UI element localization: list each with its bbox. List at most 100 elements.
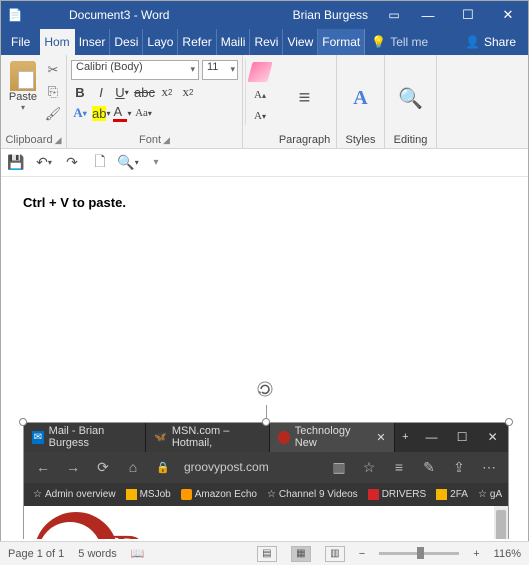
maximize-button[interactable]: ☐ (448, 7, 488, 23)
paragraph-icon[interactable]: ≡ (299, 87, 311, 110)
bookmark[interactable]: 2FA (433, 489, 471, 500)
zoom-in-button[interactable]: + (473, 548, 479, 560)
maximize-button[interactable]: ☐ (447, 423, 478, 452)
print-layout-button[interactable]: ▦ (291, 546, 311, 562)
minimize-button[interactable]: — (408, 8, 448, 23)
redo-button[interactable]: ↷ (63, 154, 81, 172)
notes-icon[interactable]: ✎ (420, 459, 438, 476)
font-color-button[interactable]: A▾ (113, 104, 131, 122)
group-label[interactable]: Styles (346, 134, 376, 146)
close-button[interactable]: ✕ (477, 423, 508, 452)
tab-references[interactable]: Refer (178, 29, 216, 55)
resize-handle[interactable] (19, 418, 27, 426)
cut-button[interactable]: ✂ (44, 61, 62, 79)
site-logo: g Post (34, 512, 498, 539)
browser-tab[interactable]: 🦋MSN.com – Hotmail, (146, 423, 270, 452)
close-button[interactable]: ✕ (488, 7, 528, 23)
slider-thumb[interactable] (417, 547, 424, 559)
page-count[interactable]: Page 1 of 1 (8, 548, 64, 560)
bookmark[interactable]: DRIVERS (365, 489, 429, 500)
hub-icon[interactable]: ≡ (390, 459, 408, 475)
zoom-level[interactable]: 116% (494, 548, 521, 560)
new-tab-button[interactable]: + (395, 423, 417, 452)
zoom-out-button[interactable]: − (359, 548, 365, 560)
scroll-thumb[interactable] (496, 510, 506, 539)
bulb-icon: 💡 (371, 35, 386, 49)
forward-button[interactable]: → (64, 459, 82, 475)
minimize-button[interactable]: — (416, 423, 447, 452)
clear-formatting-button[interactable] (250, 63, 270, 81)
web-layout-button[interactable]: ▥ (325, 546, 345, 562)
rotate-handle[interactable] (256, 380, 274, 398)
qat-customize-button[interactable]: ▾ (147, 154, 165, 172)
browser-tabs: ✉Mail - Brian Burgess 🦋MSN.com – Hotmail… (24, 423, 508, 452)
bookmark[interactable]: ☆gA (475, 489, 505, 500)
styles-icon[interactable]: A (353, 87, 367, 110)
group-label[interactable]: Paragraph (279, 134, 330, 146)
browser-tab[interactable]: Technology New✕ (270, 423, 394, 452)
scrollbar[interactable] (494, 506, 508, 539)
tab-insert[interactable]: Inser (75, 29, 111, 55)
new-doc-button[interactable]: 🗋 (91, 154, 109, 172)
copy-button[interactable]: ⎘ (44, 83, 62, 101)
bookmark[interactable]: MSJob (123, 489, 174, 500)
tab-view[interactable]: View (283, 29, 318, 55)
tab-home[interactable]: Hom (40, 29, 74, 55)
print-preview-button[interactable]: 🔍▾ (119, 154, 137, 172)
italic-button[interactable]: I (92, 83, 110, 101)
tab-design[interactable]: Desi (110, 29, 143, 55)
more-icon[interactable]: ⋯ (480, 459, 498, 476)
outlook-icon: ✉ (32, 431, 44, 444)
font-size-select[interactable]: 11▾ (202, 60, 238, 80)
find-icon[interactable]: 🔍 (398, 86, 423, 111)
user-name[interactable]: Brian Burgess (281, 8, 380, 22)
tab-review[interactable]: Revi (250, 29, 283, 55)
text-effects-button[interactable]: A▾ (71, 104, 89, 122)
bookmark[interactable]: ☆Channel 9 Videos (264, 489, 361, 500)
favorite-icon[interactable]: ☆ (360, 459, 378, 476)
ribbon-display-icon[interactable]: ▭ (380, 8, 408, 22)
highlight-button[interactable]: ab▾ (92, 104, 110, 122)
dialog-launcher-icon[interactable]: ◢ (163, 135, 170, 146)
word-count[interactable]: 5 words (78, 548, 117, 560)
share-button[interactable]: 👤Share (453, 29, 528, 55)
tell-me[interactable]: 💡Tell me (365, 29, 434, 55)
bookmark[interactable]: ☆Admin overview (30, 489, 119, 500)
refresh-button[interactable]: ⟳ (94, 459, 112, 476)
group-label[interactable]: Editing (394, 134, 428, 146)
clipboard-icon (10, 61, 36, 91)
read-mode-button[interactable]: ▤ (257, 546, 277, 562)
underline-button[interactable]: U ▾ (113, 83, 131, 101)
tab-file[interactable]: File (1, 29, 40, 55)
save-button[interactable]: 💾 (7, 154, 25, 172)
dialog-launcher-icon[interactable]: ◢ (55, 135, 62, 146)
share-icon[interactable]: ⇪ (450, 459, 468, 476)
document-area[interactable]: Ctrl + V to paste. ✉Mail - Brian Burgess… (1, 177, 528, 539)
tab-format[interactable]: Format (318, 29, 365, 55)
change-case-button[interactable]: Aa▾ (135, 104, 153, 122)
grow-font-button[interactable]: A▴ (250, 86, 270, 104)
zoom-slider[interactable] (379, 552, 459, 555)
home-button[interactable]: ⌂ (124, 459, 142, 475)
pasted-image[interactable]: ✉Mail - Brian Burgess 🦋MSN.com – Hotmail… (23, 422, 509, 539)
paste-button[interactable]: Paste ▾ (5, 57, 41, 112)
font-name-select[interactable]: Calibri (Body)▾ (71, 60, 199, 80)
resize-handle[interactable] (262, 418, 270, 426)
bookmark[interactable]: Amazon Echo (178, 489, 260, 500)
tab-mailings[interactable]: Maili (217, 29, 251, 55)
format-painter-button[interactable]: 🖌 (44, 105, 62, 123)
shrink-font-button[interactable]: A▾ (250, 107, 270, 125)
proofing-icon[interactable]: 📖 (131, 547, 145, 560)
reading-view-icon[interactable]: ▥ (330, 459, 348, 476)
tab-layout[interactable]: Layo (143, 29, 178, 55)
strikethrough-button[interactable]: abc (134, 83, 155, 101)
superscript-button[interactable]: x2 (179, 83, 197, 101)
bold-button[interactable]: B (71, 83, 89, 101)
address-bar[interactable]: groovypost.com (184, 460, 318, 474)
back-button[interactable]: ← (34, 459, 52, 475)
browser-tab[interactable]: ✉Mail - Brian Burgess (24, 423, 146, 452)
undo-button[interactable]: ↶▾ (35, 154, 53, 172)
close-tab-icon[interactable]: ✕ (376, 431, 385, 444)
subscript-button[interactable]: x2 (158, 83, 176, 101)
resize-handle[interactable] (505, 418, 513, 426)
